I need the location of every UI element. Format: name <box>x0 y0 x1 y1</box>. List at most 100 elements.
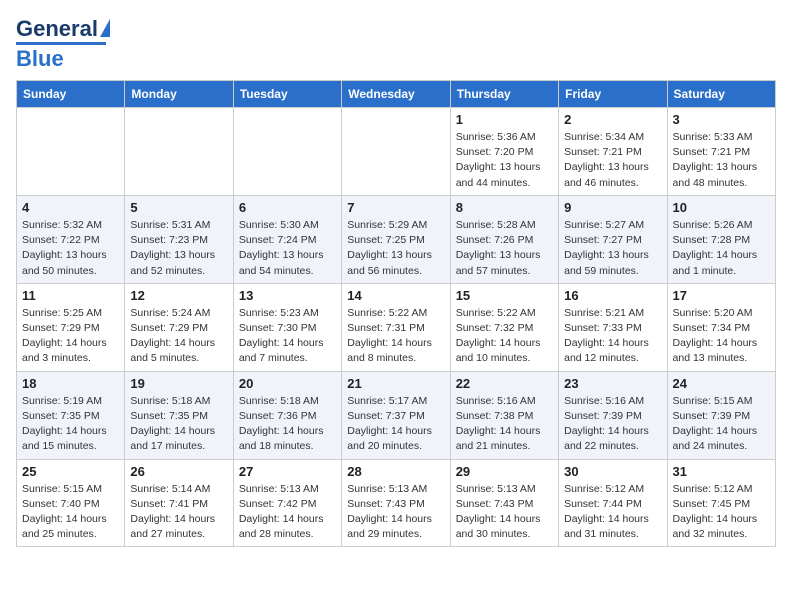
calendar-cell <box>17 108 125 196</box>
calendar-cell: 28Sunrise: 5:13 AMSunset: 7:43 PMDayligh… <box>342 459 450 547</box>
day-number: 9 <box>564 200 661 215</box>
day-info: Sunrise: 5:21 AMSunset: 7:33 PMDaylight:… <box>564 306 661 367</box>
calendar-cell: 18 Sunrise: 5:19 AMSunset: 7:35 PMDayligh… <box>17 371 125 459</box>
day-number: 24 <box>673 376 770 391</box>
day-number: 1 <box>456 112 553 127</box>
calendar-cell: 25 Sunrise: 5:15 AMSunset: 7:40 PMDayligh… <box>17 459 125 547</box>
calendar-cell: 19 Sunrise: 5:18 AMSunset: 7:35 PMDayligh… <box>125 371 233 459</box>
day-number: 17 <box>673 288 770 303</box>
day-number: 23 <box>564 376 661 391</box>
day-info: Sunrise: 5:32 AMSunset: 7:22 PMDaylight:… <box>22 218 119 279</box>
day-info: Sunrise: 5:23 AMSunset: 7:30 PMDaylight:… <box>239 306 336 367</box>
calendar-cell: 7 Sunrise: 5:29 AMSunset: 7:25 PMDaylight… <box>342 195 450 283</box>
calendar-cell: 22 Sunrise: 5:16 AMSunset: 7:38 PMDayligh… <box>450 371 558 459</box>
calendar-cell <box>233 108 341 196</box>
day-number: 16 <box>564 288 661 303</box>
day-number: 26 <box>130 464 227 479</box>
day-info: Sunrise: 5:20 AMSunset: 7:34 PMDaylight:… <box>673 306 770 367</box>
calendar-cell: 12Sunrise: 5:24 AMSunset: 7:29 PMDayligh… <box>125 283 233 371</box>
calendar-week-1: 1 Sunrise: 5:36 AMSunset: 7:20 PMDaylight… <box>17 108 776 196</box>
day-info: Sunrise: 5:33 AMSunset: 7:21 PMDaylight:… <box>673 130 770 191</box>
calendar-dow-tuesday: Tuesday <box>233 81 341 108</box>
day-number: 15 <box>456 288 553 303</box>
calendar-cell <box>125 108 233 196</box>
day-number: 14 <box>347 288 444 303</box>
calendar-cell: 1 Sunrise: 5:36 AMSunset: 7:20 PMDaylight… <box>450 108 558 196</box>
calendar-cell: 17 Sunrise: 5:20 AMSunset: 7:34 PMDayligh… <box>667 283 775 371</box>
day-number: 31 <box>673 464 770 479</box>
calendar-table: SundayMondayTuesdayWednesdayThursdayFrid… <box>16 80 776 547</box>
calendar-cell: 2 Sunrise: 5:34 AMSunset: 7:21 PMDaylight… <box>559 108 667 196</box>
day-info: Sunrise: 5:25 AMSunset: 7:29 PMDaylight:… <box>22 306 119 367</box>
day-info: Sunrise: 5:22 AMSunset: 7:31 PMDaylight:… <box>347 306 444 367</box>
calendar-dow-sunday: Sunday <box>17 81 125 108</box>
calendar-cell: 8 Sunrise: 5:28 AMSunset: 7:26 PMDaylight… <box>450 195 558 283</box>
calendar-cell: 20 Sunrise: 5:18 AMSunset: 7:36 PMDayligh… <box>233 371 341 459</box>
day-number: 10 <box>673 200 770 215</box>
calendar-dow-friday: Friday <box>559 81 667 108</box>
day-info: Sunrise: 5:15 AMSunset: 7:40 PMDaylight:… <box>22 482 119 543</box>
day-info: Sunrise: 5:16 AMSunset: 7:39 PMDaylight:… <box>564 394 661 455</box>
day-info: Sunrise: 5:28 AMSunset: 7:26 PMDaylight:… <box>456 218 553 279</box>
day-info: Sunrise: 5:29 AMSunset: 7:25 PMDaylight:… <box>347 218 444 279</box>
calendar-cell: 23 Sunrise: 5:16 AMSunset: 7:39 PMDayligh… <box>559 371 667 459</box>
day-info: Sunrise: 5:34 AMSunset: 7:21 PMDaylight:… <box>564 130 661 191</box>
day-number: 25 <box>22 464 119 479</box>
calendar-cell: 11 Sunrise: 5:25 AMSunset: 7:29 PMDayligh… <box>17 283 125 371</box>
day-number: 4 <box>22 200 119 215</box>
day-number: 22 <box>456 376 553 391</box>
day-number: 30 <box>564 464 661 479</box>
day-number: 11 <box>22 288 119 303</box>
logo-triangle-icon <box>100 19 110 37</box>
calendar-cell: 14 Sunrise: 5:22 AMSunset: 7:31 PMDayligh… <box>342 283 450 371</box>
calendar-dow-thursday: Thursday <box>450 81 558 108</box>
calendar-dow-saturday: Saturday <box>667 81 775 108</box>
calendar-week-4: 18 Sunrise: 5:19 AMSunset: 7:35 PMDayligh… <box>17 371 776 459</box>
day-info: Sunrise: 5:18 AMSunset: 7:35 PMDaylight:… <box>130 394 227 455</box>
day-number: 5 <box>130 200 227 215</box>
calendar-week-3: 11 Sunrise: 5:25 AMSunset: 7:29 PMDayligh… <box>17 283 776 371</box>
day-info: Sunrise: 5:19 AMSunset: 7:35 PMDaylight:… <box>22 394 119 455</box>
day-number: 19 <box>130 376 227 391</box>
day-info: Sunrise: 5:18 AMSunset: 7:36 PMDaylight:… <box>239 394 336 455</box>
day-info: Sunrise: 5:14 AMSunset: 7:41 PMDaylight:… <box>130 482 227 543</box>
day-number: 21 <box>347 376 444 391</box>
day-info: Sunrise: 5:24 AMSunset: 7:29 PMDaylight:… <box>130 306 227 367</box>
day-number: 3 <box>673 112 770 127</box>
calendar-cell: 30 Sunrise: 5:12 AMSunset: 7:44 PMDayligh… <box>559 459 667 547</box>
logo-general: General <box>16 16 98 42</box>
day-info: Sunrise: 5:16 AMSunset: 7:38 PMDaylight:… <box>456 394 553 455</box>
day-number: 8 <box>456 200 553 215</box>
day-info: Sunrise: 5:31 AMSunset: 7:23 PMDaylight:… <box>130 218 227 279</box>
calendar-cell: 15 Sunrise: 5:22 AMSunset: 7:32 PMDayligh… <box>450 283 558 371</box>
calendar-week-2: 4 Sunrise: 5:32 AMSunset: 7:22 PMDaylight… <box>17 195 776 283</box>
calendar-cell: 27Sunrise: 5:13 AMSunset: 7:42 PMDayligh… <box>233 459 341 547</box>
calendar-cell: 3 Sunrise: 5:33 AMSunset: 7:21 PMDaylight… <box>667 108 775 196</box>
day-info: Sunrise: 5:17 AMSunset: 7:37 PMDaylight:… <box>347 394 444 455</box>
day-info: Sunrise: 5:13 AMSunset: 7:43 PMDaylight:… <box>347 482 444 543</box>
calendar-cell <box>342 108 450 196</box>
logo-blue: Blue <box>16 42 106 72</box>
day-info: Sunrise: 5:15 AMSunset: 7:39 PMDaylight:… <box>673 394 770 455</box>
day-number: 18 <box>22 376 119 391</box>
day-info: Sunrise: 5:26 AMSunset: 7:28 PMDaylight:… <box>673 218 770 279</box>
calendar-cell: 10 Sunrise: 5:26 AMSunset: 7:28 PMDayligh… <box>667 195 775 283</box>
day-number: 2 <box>564 112 661 127</box>
day-info: Sunrise: 5:22 AMSunset: 7:32 PMDaylight:… <box>456 306 553 367</box>
day-number: 20 <box>239 376 336 391</box>
calendar-dow-wednesday: Wednesday <box>342 81 450 108</box>
calendar-cell: 16 Sunrise: 5:21 AMSunset: 7:33 PMDayligh… <box>559 283 667 371</box>
page-header: General Blue <box>16 16 776 72</box>
calendar-cell: 26 Sunrise: 5:14 AMSunset: 7:41 PMDayligh… <box>125 459 233 547</box>
calendar-week-5: 25 Sunrise: 5:15 AMSunset: 7:40 PMDayligh… <box>17 459 776 547</box>
calendar-cell: 24 Sunrise: 5:15 AMSunset: 7:39 PMDayligh… <box>667 371 775 459</box>
day-number: 29 <box>456 464 553 479</box>
calendar-dow-monday: Monday <box>125 81 233 108</box>
day-number: 27 <box>239 464 336 479</box>
calendar-cell: 31Sunrise: 5:12 AMSunset: 7:45 PMDayligh… <box>667 459 775 547</box>
calendar-cell: 29Sunrise: 5:13 AMSunset: 7:43 PMDayligh… <box>450 459 558 547</box>
calendar-cell: 5 Sunrise: 5:31 AMSunset: 7:23 PMDaylight… <box>125 195 233 283</box>
day-info: Sunrise: 5:36 AMSunset: 7:20 PMDaylight:… <box>456 130 553 191</box>
day-number: 7 <box>347 200 444 215</box>
day-info: Sunrise: 5:12 AMSunset: 7:44 PMDaylight:… <box>564 482 661 543</box>
